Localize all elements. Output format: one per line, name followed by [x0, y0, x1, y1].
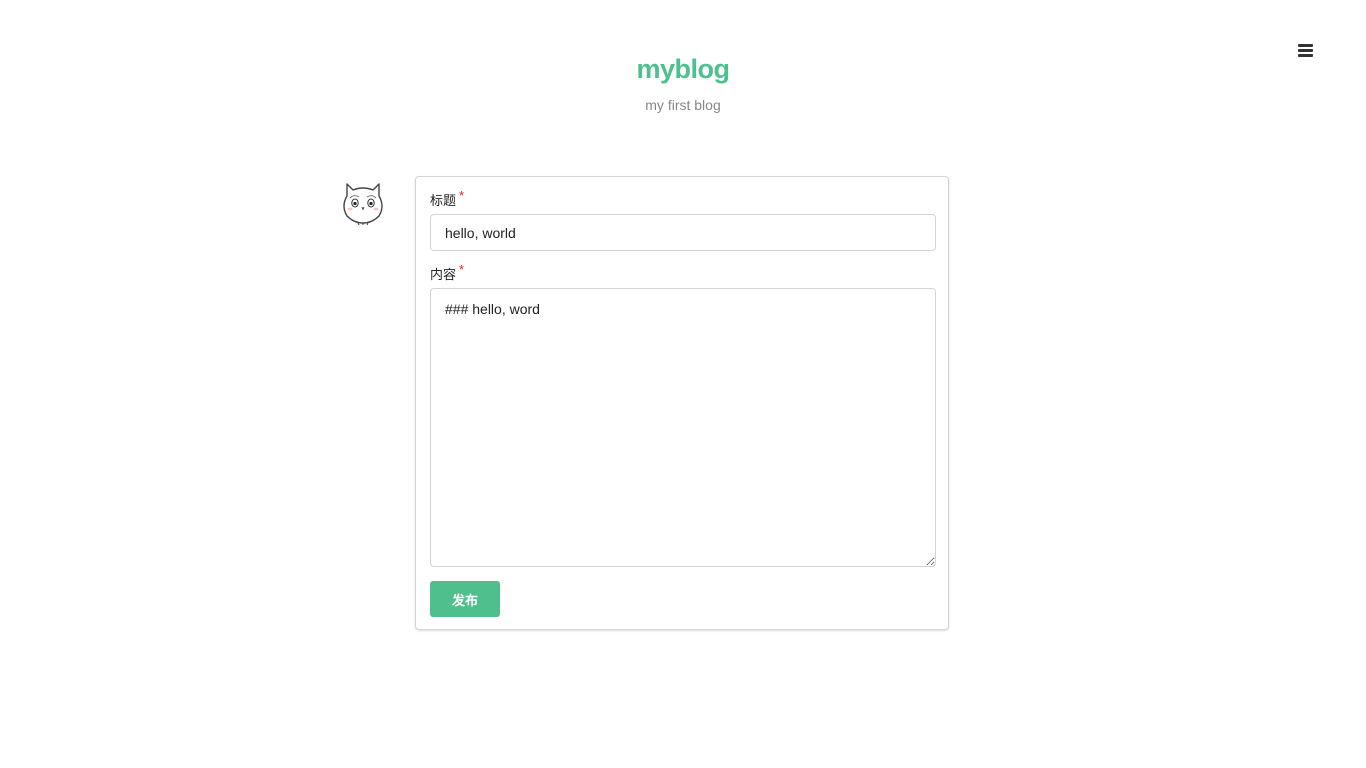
- site-title[interactable]: myblog: [0, 52, 1366, 86]
- site-subtitle: my first blog: [645, 97, 721, 113]
- content-field-label: 内容 *: [430, 262, 464, 283]
- owl-avatar-icon: [343, 183, 383, 226]
- publish-button[interactable]: 发布: [430, 581, 500, 617]
- content-label-text: 内容: [430, 267, 457, 282]
- post-editor-card: 标题* 内容* ### hello, word 发布: [415, 176, 949, 630]
- title-label-text: 标题: [430, 193, 457, 208]
- title-field-label: 标题 *: [430, 188, 464, 209]
- title-input[interactable]: [430, 214, 936, 251]
- required-marker: *: [459, 188, 465, 203]
- required-marker: *: [459, 262, 465, 277]
- avatar[interactable]: [338, 176, 388, 226]
- content-textarea[interactable]: ### hello, word: [430, 288, 936, 567]
